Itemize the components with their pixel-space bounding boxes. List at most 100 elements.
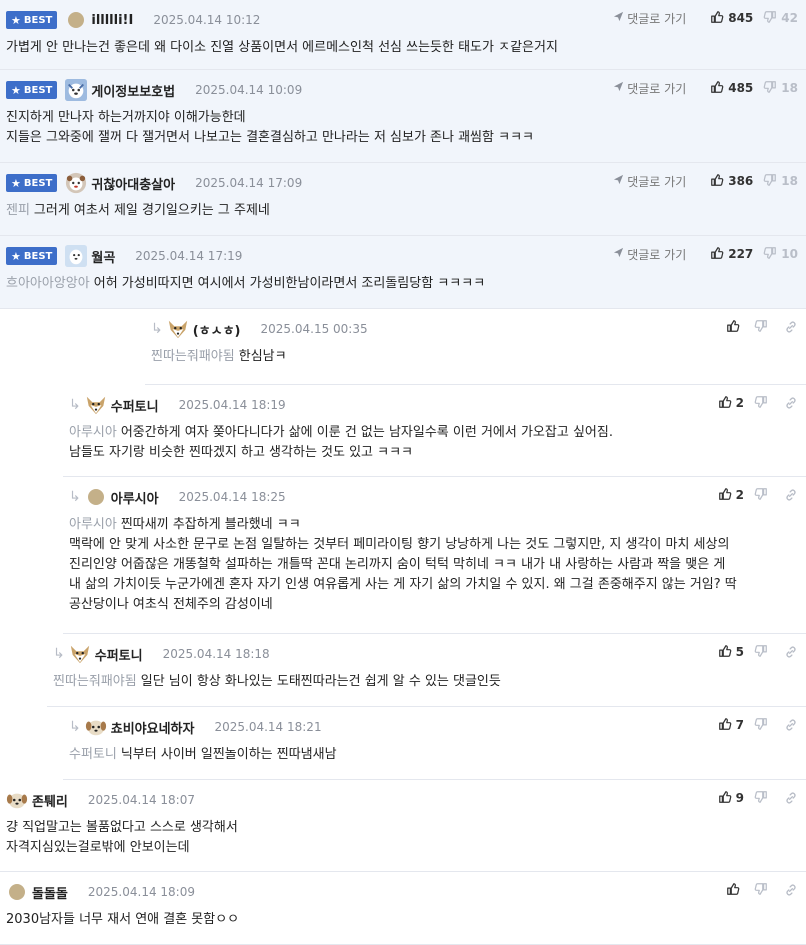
link-icon[interactable] (784, 396, 798, 410)
comment-line: 남들도 자기랑 비슷한 찐따겠지 하고 생각하는 것도 있고 ㅋㅋㅋ (69, 443, 796, 463)
comment-line: 지들은 그와중에 잴꺼 다 잴거면서 나보고는 결혼결심하고 만나라는 저 심보… (6, 128, 796, 148)
comment-body: 아루시아 찐따새끼 추잡하게 블라했네 ㅋㅋ 맥락에 안 맞게 사소한 문구로 논점… (69, 515, 796, 615)
dislike-button[interactable] (754, 395, 772, 412)
go-to-reply-label: 댓글로 가기 (627, 247, 687, 262)
comment-line: 흐아아아앙앙아 어허 가성비따지면 여시에서 가성비한남이라면서 조리돌림당함 ㅋ… (6, 274, 796, 294)
dislike-button[interactable] (754, 790, 772, 807)
go-to-reply-link[interactable]: 댓글로 가기 (613, 10, 686, 27)
like-count: 2 (735, 396, 744, 410)
avatar[interactable] (65, 245, 88, 267)
like-button[interactable]: 5 (718, 644, 744, 661)
go-to-reply-label: 댓글로 가기 (627, 81, 687, 96)
dislike-button[interactable]: 42 (763, 10, 798, 27)
best-badge: ★ BEST (6, 247, 58, 265)
avatar[interactable] (167, 318, 189, 340)
star-icon: ★ (11, 13, 21, 27)
author-name[interactable]: 존퉤리 (32, 791, 68, 810)
author-name[interactable]: 아루시아 (111, 488, 159, 507)
best-comment: ★ BEST 월곡 2025.04.14 17:19 댓글로 가기 227 10 흐아아아앙앙… (0, 236, 806, 309)
link-icon[interactable] (784, 791, 798, 805)
comment-text: 닉부터 사이버 일찐놀이하는 찐따냄새남 (120, 747, 337, 762)
mention[interactable]: 아루시아 (69, 425, 117, 440)
comment-actions: 댓글로 가기 845 42 (613, 8, 798, 28)
best-badge: ★ BEST (6, 81, 58, 99)
link-icon[interactable] (784, 718, 798, 732)
author-name[interactable]: 돌돌돌 (32, 883, 68, 902)
comment-line: 맥락에 안 맞게 사소한 문구로 논점 일탈하는 것부터 페미라이팅 향기 낭낭… (69, 535, 796, 555)
mention[interactable]: 아루시아 (69, 517, 117, 532)
avatar[interactable] (65, 79, 88, 101)
go-to-reply-link[interactable]: 댓글로 가기 (613, 246, 686, 263)
like-button[interactable]: 2 (718, 487, 744, 504)
thumbs-down-icon (754, 790, 772, 807)
author-name[interactable]: illllli!I (91, 13, 133, 28)
like-button[interactable] (726, 319, 744, 336)
comment-text: 지들은 그와중에 잴꺼 다 잴거면서 나보고는 결혼결심하고 만나라는 저 심보… (6, 130, 534, 145)
like-button[interactable]: 2 (718, 395, 744, 412)
avatar[interactable] (65, 9, 87, 31)
mention[interactable]: 수퍼토니 (69, 747, 117, 762)
go-to-reply-link[interactable]: 댓글로 가기 (613, 173, 686, 190)
comment-body: 아루시아 어중간하게 여자 쫒아다니다가 삶에 이룬 건 없는 남자일수록 이런 … (69, 423, 796, 463)
comment-text: 남들도 자기랑 비슷한 찐따겠지 하고 생각하는 것도 있고 ㅋㅋㅋ (69, 445, 414, 460)
author-name[interactable]: 수퍼토니 (95, 645, 143, 664)
dislike-button[interactable]: 18 (763, 173, 798, 190)
author-name[interactable]: 쵸비야요네하자 (111, 718, 195, 737)
dislike-button[interactable] (754, 644, 772, 661)
mention[interactable]: 찐따는줘패야됨 (151, 349, 235, 364)
avatar[interactable] (85, 716, 107, 738)
like-count: 9 (735, 791, 744, 805)
dislike-button[interactable] (754, 319, 772, 336)
comment-header: 돌돌돌 2025.04.14 18:09 (6, 882, 195, 902)
avatar[interactable] (6, 881, 28, 903)
comment-actions: 댓글로 가기 485 18 (613, 78, 798, 98)
link-icon[interactable] (784, 645, 798, 659)
star-icon: ★ (11, 83, 21, 97)
avatar[interactable] (6, 789, 28, 811)
comment-line: 2030남자들 너무 재서 연애 결혼 못함ㅇㅇ (6, 910, 796, 930)
like-button[interactable]: 7 (718, 717, 744, 734)
author-name[interactable]: 수퍼토니 (111, 396, 159, 415)
link-icon[interactable] (784, 883, 798, 897)
comment: 돌돌돌 2025.04.14 18:09 2030남자들 너무 재서 연애 결혼 못… (0, 872, 806, 945)
timestamp: 2025.04.15 00:35 (260, 322, 368, 336)
thumbs-up-icon (718, 395, 736, 412)
author-name[interactable]: 게이정보보호법 (91, 81, 175, 100)
comment-body: 걍 직업말고는 볼품없다고 스스로 생각해서 자격지심있는걸로밖에 안보이는데 (6, 818, 796, 858)
like-button[interactable]: 386 (710, 173, 753, 190)
timestamp: 2025.04.14 17:19 (135, 249, 243, 263)
go-to-reply-link[interactable]: 댓글로 가기 (613, 80, 686, 97)
mention[interactable]: 젠피 (6, 203, 30, 218)
go-to-reply-label: 댓글로 가기 (627, 11, 687, 26)
dislike-button[interactable] (754, 717, 772, 734)
link-icon[interactable] (784, 488, 798, 502)
link-icon[interactable] (784, 320, 798, 334)
dislike-button[interactable] (754, 882, 772, 899)
dislike-button[interactable]: 18 (763, 80, 798, 97)
like-button[interactable] (726, 882, 744, 899)
like-button[interactable]: 227 (710, 246, 753, 263)
like-button[interactable]: 485 (710, 80, 753, 97)
avatar[interactable] (85, 394, 107, 416)
mention[interactable]: 찐따는줘패야됨 (53, 674, 137, 689)
author-name[interactable]: 월곡 (91, 247, 115, 266)
like-count: 386 (728, 174, 754, 188)
avatar[interactable] (69, 643, 91, 665)
author-name[interactable]: (ㅎㅅㅎ) (193, 320, 241, 339)
thumbs-up-icon (718, 717, 736, 734)
comment-actions (716, 317, 798, 337)
comment-line: 진지하게 만나자 하는거까지야 이해가능한데 (6, 108, 796, 128)
comment-line: 공산당이나 여초식 전체주의 감성이네 (69, 595, 796, 615)
like-button[interactable]: 845 (710, 10, 753, 27)
comment-body: 찐따는줘패야됨 일단 님이 항상 화나있는 도태찐따라는건 쉽게 알 수 있는 댓… (53, 672, 796, 692)
avatar[interactable] (85, 486, 107, 508)
comment: ↳ 수퍼토니 2025.04.14 18:19 2 아루시아 어중간하게 여자 쫒아다니다… (63, 385, 806, 477)
like-button[interactable]: 9 (718, 790, 744, 807)
dislike-button[interactable] (754, 487, 772, 504)
author-name[interactable]: 귀찮아대충살아 (91, 174, 175, 193)
mention[interactable]: 흐아아아앙앙아 (6, 276, 90, 291)
dislike-button[interactable]: 10 (763, 246, 798, 263)
thumbs-up-icon (718, 790, 736, 807)
avatar[interactable] (65, 172, 87, 194)
thumbs-down-icon (763, 10, 781, 27)
